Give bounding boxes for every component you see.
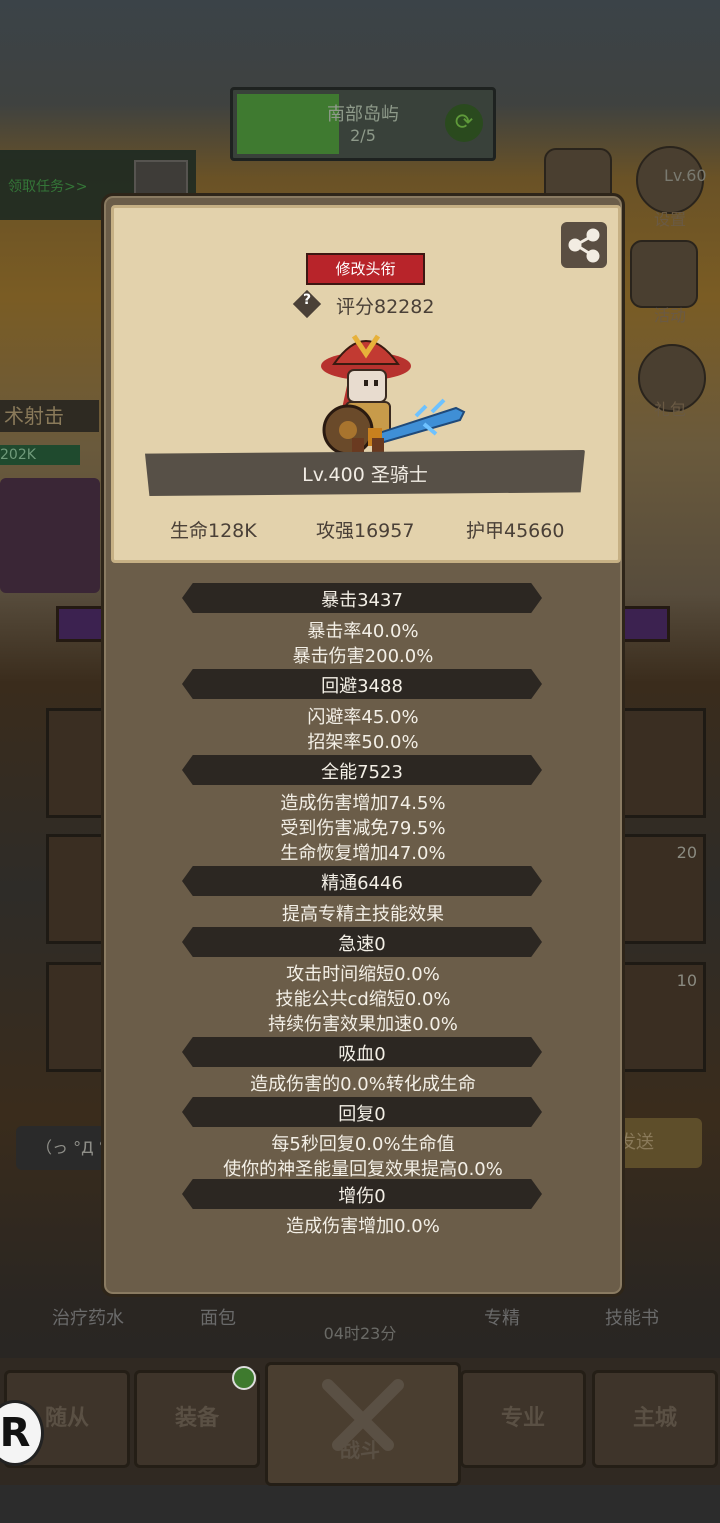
haste-attack-time: 攻击时间缩短0.0%: [286, 964, 440, 985]
skill-slot[interactable]: 20: [614, 834, 706, 944]
versatility-damage-dealt: 造成伤害增加74.5%: [280, 793, 446, 814]
regen-hp: 每5秒回复0.0%生命值: [271, 1134, 455, 1155]
lifesteal-effect: 造成伤害的0.0%转化成生命: [250, 1074, 476, 1095]
potion-label[interactable]: 治疗药水: [28, 1304, 148, 1330]
dodge-rate: 闪避率45.0%: [307, 707, 419, 728]
haste-global-cd: 技能公共cd缩短0.0%: [275, 989, 451, 1010]
damage-bonus-title: 增伤0: [338, 1186, 386, 1207]
enemy-hp: 202K: [0, 445, 80, 465]
tab-battle-label: 战斗: [340, 1438, 380, 1462]
crit-title: 暴击3437: [321, 590, 403, 611]
regen-holy: 使你的神圣能量回复效果提高0.0%: [223, 1159, 503, 1180]
zone-panel[interactable]: 南部岛屿 2/5 ⟳: [230, 87, 496, 161]
bread-label[interactable]: 面包: [158, 1304, 278, 1330]
parry-rate: 招架率50.0%: [307, 732, 419, 753]
crit-rate: 暴击率40.0%: [307, 621, 419, 642]
lifesteal-title: 吸血0: [338, 1044, 386, 1065]
armor-stat: 护甲45660: [466, 520, 565, 542]
menu-events-label[interactable]: 活动: [630, 302, 710, 326]
versatility-title: 全能7523: [321, 762, 403, 783]
player-level: Lv.60: [664, 166, 707, 185]
mastery-title: 精通6446: [321, 873, 403, 894]
damage-bonus-effect: 造成伤害增加0.0%: [286, 1216, 440, 1237]
timer: 04时23分: [323, 1324, 397, 1343]
calendar-icon[interactable]: [630, 240, 698, 308]
character-profile-modal: 修改头衔 ? 评分82282 Lv.400 圣骑士 生命128K 攻强16957…: [101, 193, 625, 1297]
score-value: 评分82282: [336, 296, 435, 318]
score-help-glyph: ?: [302, 292, 312, 308]
regen-title: 回复0: [338, 1104, 386, 1125]
versatility-healing: 生命恢复增加47.0%: [280, 843, 446, 864]
share-button[interactable]: [561, 222, 607, 268]
slot-count: 10: [676, 971, 697, 990]
versatility-damage-reduction: 受到伤害减免79.5%: [280, 818, 446, 839]
tab-profession[interactable]: 专业: [460, 1370, 586, 1468]
specialization-label[interactable]: 专精: [442, 1304, 562, 1330]
notification-badge: [232, 1366, 256, 1390]
tab-battle[interactable]: [265, 1362, 461, 1486]
skillbook-label[interactable]: 技能书: [572, 1304, 692, 1330]
haste-dot: 持续伤害效果加速0.0%: [268, 1014, 458, 1035]
skill-slot[interactable]: 10: [614, 962, 706, 1072]
menu-settings-label[interactable]: 设置: [630, 206, 710, 230]
share-icon: [568, 228, 600, 263]
slot-count: 20: [676, 843, 697, 862]
refresh-icon[interactable]: ⟳: [445, 104, 483, 142]
menu-gifts-label[interactable]: 礼包: [630, 396, 710, 420]
crit-damage: 暴击伤害200.0%: [292, 646, 434, 667]
enemy-skill-label: 术射击: [0, 400, 99, 432]
avoid-title: 回避3488: [321, 676, 403, 697]
rename-title-button[interactable]: 修改头衔: [306, 253, 425, 285]
attack-stat: 攻强16957: [316, 520, 415, 542]
hp-stat: 生命128K: [170, 520, 257, 542]
enemy-sprite: [0, 478, 100, 593]
level-class-label: Lv.400 圣骑士: [302, 464, 428, 486]
skill-slot[interactable]: [614, 708, 706, 818]
paladin-character-sprite: [321, 334, 466, 456]
profile-card: 修改头衔 ? 评分82282 Lv.400 圣骑士 生命128K 攻强16957…: [111, 205, 621, 563]
quest-label: 领取任务>>: [8, 179, 88, 195]
mastery-effect: 提高专精主技能效果: [282, 904, 444, 925]
haste-title: 急速0: [338, 934, 386, 955]
tab-main-city[interactable]: 主城: [592, 1370, 718, 1468]
crossed-swords-icon: [322, 1379, 404, 1451]
